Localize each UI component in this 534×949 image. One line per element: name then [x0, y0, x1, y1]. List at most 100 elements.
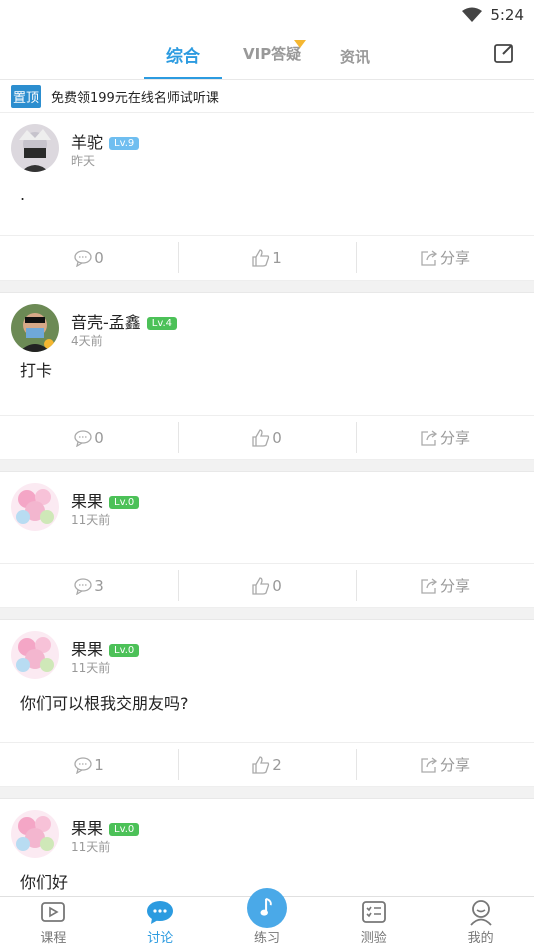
active-tab-indicator: [144, 77, 222, 79]
share-label: 分享: [439, 577, 470, 595]
avatar[interactable]: [11, 124, 59, 172]
avatar[interactable]: [11, 483, 59, 531]
top-tab-bar: 综合 VIP答疑 资讯: [0, 30, 534, 80]
course-icon: [41, 902, 66, 922]
quiz-icon: [361, 901, 386, 923]
nav-practice[interactable]: 练习: [214, 888, 321, 949]
post-actions: 1 2 分享: [0, 742, 534, 786]
like-count: 2: [272, 755, 282, 774]
nav-quiz[interactable]: 测验: [320, 897, 427, 949]
like-button[interactable]: 1: [178, 236, 356, 279]
avatar[interactable]: [11, 631, 59, 679]
comment-icon: [74, 249, 92, 267]
post-actions: 0 0 分享: [0, 415, 534, 459]
bottom-nav: 课程 讨论 练习 测验 我的: [0, 888, 534, 949]
practice-button[interactable]: [246, 888, 287, 928]
nav-profile-label: 我的: [467, 931, 494, 946]
post-time: 昨天: [71, 154, 96, 168]
pinned-badge: 置顶: [11, 84, 42, 108]
like-button[interactable]: 0: [178, 564, 356, 607]
post-username[interactable]: 羊驼 Lv.9: [71, 129, 140, 153]
app-screen: 5:24 综合 VIP答疑 资讯 置顶 免费领199元在线名师试听课 羊驼 Lv.…: [0, 0, 534, 949]
post-actions: 0 1 分享: [0, 235, 534, 279]
level-badge: Lv.9: [109, 137, 140, 150]
share-icon: [421, 249, 438, 266]
tab-news[interactable]: 资讯: [340, 46, 370, 67]
like-button[interactable]: 2: [178, 743, 356, 786]
comment-count: 0: [94, 428, 104, 447]
nav-quiz-label: 测验: [360, 931, 387, 946]
post-content: 你们可以根我交朋友吗?: [20, 694, 189, 713]
post-separator: [0, 281, 534, 293]
edit-icon[interactable]: [494, 43, 514, 63]
pinned-text: 免费领199元在线名师试听课: [51, 90, 219, 106]
status-time: 5:24: [490, 6, 524, 24]
post-item[interactable]: 音壳-孟鑫 Lv.4 4天前 打卡 0 0 分享: [0, 293, 534, 460]
share-button[interactable]: 分享: [356, 743, 534, 786]
post-content: .: [20, 185, 26, 204]
share-button[interactable]: 分享: [356, 416, 534, 459]
level-badge: Lv.0: [109, 496, 140, 509]
share-label: 分享: [439, 249, 470, 267]
like-count: 1: [272, 248, 282, 267]
share-icon: [421, 577, 438, 594]
post-time: 11天前: [71, 513, 111, 527]
comment-button[interactable]: 3: [0, 564, 178, 607]
discussion-icon: [147, 901, 174, 924]
share-label: 分享: [439, 429, 470, 447]
share-icon: [421, 756, 438, 773]
post-content: 打卡: [20, 361, 53, 380]
nav-discussion-label: 讨论: [147, 931, 174, 946]
post-separator: [0, 608, 534, 620]
nav-practice-label: 练习: [253, 931, 280, 946]
comment-button[interactable]: 0: [0, 236, 178, 279]
avatar[interactable]: [11, 810, 59, 858]
comment-button[interactable]: 0: [0, 416, 178, 459]
profile-icon: [469, 900, 492, 926]
like-button[interactable]: 0: [178, 416, 356, 459]
like-count: 0: [272, 576, 282, 595]
share-icon: [421, 429, 438, 446]
post-separator: [0, 460, 534, 472]
thumbs-up-icon: [252, 755, 270, 774]
comment-icon: [74, 756, 92, 774]
post-actions: 3 0 分享: [0, 563, 534, 607]
level-badge: Lv.0: [109, 823, 140, 836]
post-username[interactable]: 果果 Lv.0: [71, 815, 140, 839]
post-username[interactable]: 果果 Lv.0: [71, 488, 140, 512]
nav-discussion[interactable]: 讨论: [107, 897, 214, 949]
avatar[interactable]: [11, 304, 59, 352]
tab-comprehensive[interactable]: 综合: [166, 42, 200, 67]
share-label: 分享: [439, 756, 470, 774]
nav-course-label: 课程: [40, 931, 67, 946]
comment-icon: [74, 429, 92, 447]
music-note-icon: [260, 897, 272, 916]
level-badge: Lv.0: [109, 644, 140, 657]
wifi-icon: [462, 7, 483, 22]
post-username[interactable]: 果果 Lv.0: [71, 636, 140, 660]
post-time: 4天前: [71, 334, 103, 348]
post-item[interactable]: 果果 Lv.0 11天前 你们可以根我交朋友吗? 1 2 分享: [0, 620, 534, 787]
tab-vip-qa[interactable]: VIP答疑: [243, 43, 301, 64]
thumbs-up-icon: [252, 576, 270, 595]
post-username[interactable]: 音壳-孟鑫 Lv.4: [71, 309, 178, 333]
post-time: 11天前: [71, 840, 111, 854]
level-badge: Lv.4: [146, 317, 178, 330]
post-separator: [0, 787, 534, 799]
like-count: 0: [272, 428, 282, 447]
nav-profile[interactable]: 我的: [427, 897, 534, 949]
post-item[interactable]: 果果 Lv.0 11天前 3 0 分享: [0, 472, 534, 608]
status-bar: 5:24: [0, 0, 534, 30]
post-item[interactable]: 羊驼 Lv.9 昨天 . 0 1 分享: [0, 113, 534, 281]
pinned-post[interactable]: 置顶 免费领199元在线名师试听课: [0, 80, 534, 113]
vip-crown-icon: [294, 40, 306, 48]
comment-icon: [74, 577, 92, 595]
nav-course[interactable]: 课程: [0, 897, 107, 949]
comment-count: 1: [94, 755, 104, 774]
thumbs-up-icon: [252, 428, 270, 447]
comment-count: 0: [94, 248, 104, 267]
share-button[interactable]: 分享: [356, 564, 534, 607]
comment-button[interactable]: 1: [0, 743, 178, 786]
comment-count: 3: [94, 576, 104, 595]
share-button[interactable]: 分享: [356, 236, 534, 279]
